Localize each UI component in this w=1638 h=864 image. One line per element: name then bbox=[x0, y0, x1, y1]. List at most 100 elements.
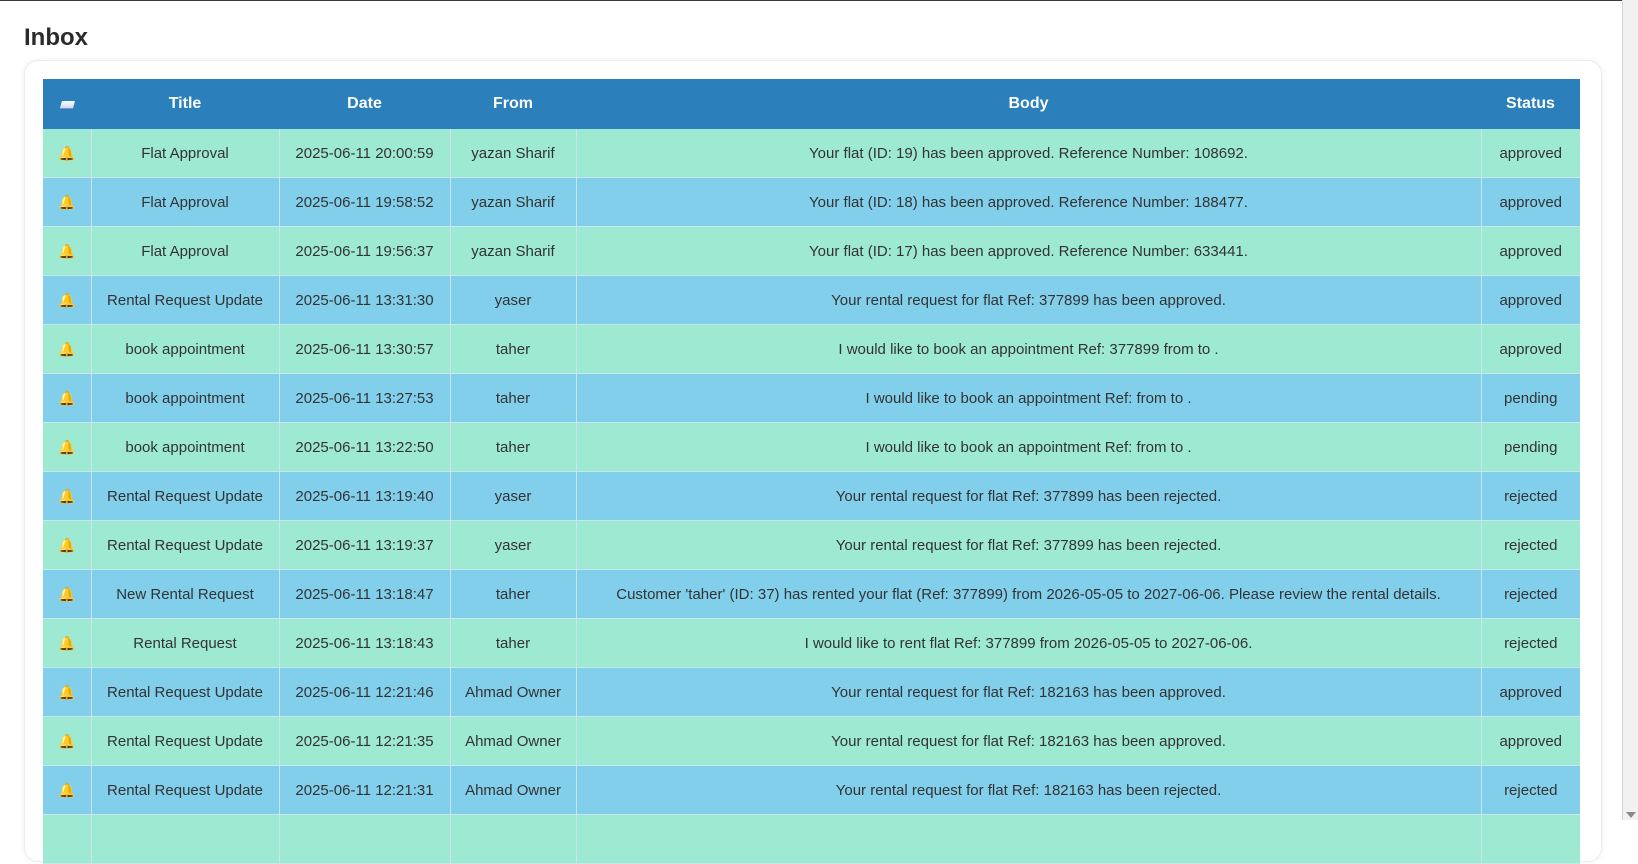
from-cell: taher bbox=[450, 422, 577, 472]
body-cell: Your rental request for flat Ref: 182163… bbox=[576, 765, 1482, 815]
status-column-header[interactable]: Status bbox=[1481, 79, 1580, 129]
table-row[interactable]: 🔔 book appointment 2025-06-11 13:30:57 tahe… bbox=[43, 324, 1580, 374]
body-cell: Your flat (ID: 17) has been approved. Re… bbox=[576, 226, 1482, 276]
title-cell: Rental Request bbox=[91, 618, 280, 668]
date-cell: 2025-06-11 13:31:30 bbox=[279, 275, 451, 325]
date-cell: 2025-06-11 13:18:43 bbox=[279, 618, 451, 668]
bell-icon: 🔔 bbox=[58, 242, 76, 259]
inbox-table: Title Date From Body Status 🔔 Flat Approv… bbox=[43, 79, 1580, 864]
status-cell: rejected bbox=[1481, 520, 1580, 570]
status-cell: approved bbox=[1481, 177, 1580, 227]
status-cell: rejected bbox=[1481, 618, 1580, 668]
body-cell: I would like to rent flat Ref: 377899 fr… bbox=[576, 618, 1482, 668]
date-cell: 2025-06-11 13:27:53 bbox=[279, 373, 451, 423]
select-all-icon[interactable] bbox=[59, 101, 75, 108]
title-cell: book appointment bbox=[91, 373, 280, 423]
table-header-row: Title Date From Body Status bbox=[43, 79, 1580, 129]
table-row[interactable]: 🔔 Flat Approval 2025-06-11 20:00:59 yazan S… bbox=[43, 129, 1580, 178]
date-cell: 2025-06-11 13:30:57 bbox=[279, 324, 451, 374]
bell-icon: 🔔 bbox=[58, 438, 76, 455]
status-cell: approved bbox=[1481, 716, 1580, 766]
body-cell: Your rental request for flat Ref: 377899… bbox=[576, 275, 1482, 325]
table-row[interactable]: 🔔 Rental Request Update 2025-06-11 13:19:3… bbox=[43, 520, 1580, 570]
row-icon-cell: 🔔 bbox=[43, 716, 92, 766]
bell-icon: 🔔 bbox=[58, 683, 76, 700]
title-cell: Flat Approval bbox=[91, 177, 280, 227]
row-icon-cell: 🔔 bbox=[43, 765, 92, 815]
from-cell: Ahmad Owner bbox=[450, 765, 577, 815]
date-cell: 2025-06-11 19:58:52 bbox=[279, 177, 451, 227]
row-icon-cell: 🔔 bbox=[43, 373, 92, 423]
row-icon-cell: 🔔 bbox=[43, 569, 92, 619]
from-cell: yazan Sharif bbox=[450, 177, 577, 227]
table-row[interactable]: 🔔 Rental Request Update 2025-06-11 12:21:4… bbox=[43, 667, 1580, 717]
status-cell: approved bbox=[1481, 667, 1580, 717]
row-icon-cell: 🔔 bbox=[43, 422, 92, 472]
from-cell: yaser bbox=[450, 471, 577, 521]
from-cell: taher bbox=[450, 569, 577, 619]
from-cell: yazan Sharif bbox=[450, 226, 577, 276]
vertical-scrollbar[interactable] bbox=[1622, 0, 1638, 820]
bell-icon: 🔔 bbox=[58, 585, 76, 602]
bell-icon: 🔔 bbox=[58, 732, 76, 749]
body-cell: I would like to book an appointment Ref:… bbox=[576, 373, 1482, 423]
date-cell: 2025-06-11 13:22:50 bbox=[279, 422, 451, 472]
date-cell: 2025-06-11 19:56:37 bbox=[279, 226, 451, 276]
scroll-down-arrow-icon[interactable] bbox=[1626, 812, 1636, 818]
date-cell: 2025-06-11 12:21:35 bbox=[279, 716, 451, 766]
row-icon-cell: 🔔 bbox=[43, 129, 92, 178]
table-row[interactable]: 🔔 Flat Approval 2025-06-11 19:56:37 yazan S… bbox=[43, 226, 1580, 276]
from-cell: taher bbox=[450, 373, 577, 423]
title-cell: Rental Request Update bbox=[91, 716, 280, 766]
status-cell: rejected bbox=[1481, 765, 1580, 815]
status-cell: approved bbox=[1481, 324, 1580, 374]
row-icon-cell: 🔔 bbox=[43, 226, 92, 276]
bell-icon: 🔔 bbox=[58, 291, 76, 308]
table-row[interactable]: 🔔 Rental Request Update 2025-06-11 12:21:3… bbox=[43, 765, 1580, 815]
bell-icon: 🔔 bbox=[58, 634, 76, 651]
from-cell: taher bbox=[450, 618, 577, 668]
status-cell: rejected bbox=[1481, 471, 1580, 521]
title-cell: Rental Request Update bbox=[91, 471, 280, 521]
status-cell: approved bbox=[1481, 129, 1580, 178]
date-column-header[interactable]: Date bbox=[279, 79, 450, 129]
row-icon-cell: 🔔 bbox=[43, 471, 92, 521]
body-column-header[interactable]: Body bbox=[576, 79, 1481, 129]
bell-icon: 🔔 bbox=[58, 144, 76, 161]
title-cell: Rental Request Update bbox=[91, 275, 280, 325]
body-cell: Your rental request for flat Ref: 182163… bbox=[576, 716, 1482, 766]
row-icon-cell: 🔔 bbox=[43, 324, 92, 374]
title-cell: book appointment bbox=[91, 324, 280, 374]
status-cell bbox=[1481, 814, 1580, 864]
row-icon-cell: 🔔 bbox=[43, 618, 92, 668]
from-cell: Ahmad Owner bbox=[450, 667, 577, 717]
date-cell: 2025-06-11 20:00:59 bbox=[279, 129, 451, 178]
from-cell: Ahmad Owner bbox=[450, 716, 577, 766]
body-cell: Your rental request for flat Ref: 182163… bbox=[576, 667, 1482, 717]
title-cell: Flat Approval bbox=[91, 226, 280, 276]
title-column-header[interactable]: Title bbox=[91, 79, 279, 129]
table-row[interactable]: 🔔 Rental Request Update 2025-06-11 13:31:3… bbox=[43, 275, 1580, 325]
date-cell: 2025-06-11 13:19:37 bbox=[279, 520, 451, 570]
bell-icon: 🔔 bbox=[58, 340, 76, 357]
status-cell: approved bbox=[1481, 275, 1580, 325]
table-row[interactable]: 🔔 Rental Request Update 2025-06-11 12:21:3… bbox=[43, 716, 1580, 766]
table-row[interactable]: 🔔 New Rental Request 2025-06-11 13:18:47 ta… bbox=[43, 569, 1580, 619]
title-cell: Rental Request Update bbox=[91, 667, 280, 717]
title-cell: Rental Request Update bbox=[91, 520, 280, 570]
table-row[interactable] bbox=[43, 814, 1580, 864]
title-cell bbox=[91, 814, 280, 864]
table-row[interactable]: 🔔 Rental Request 2025-06-11 13:18:43 taher I… bbox=[43, 618, 1580, 668]
title-cell: book appointment bbox=[91, 422, 280, 472]
from-column-header[interactable]: From bbox=[450, 79, 576, 129]
from-cell: yaser bbox=[450, 275, 577, 325]
table-row[interactable]: 🔔 Rental Request Update 2025-06-11 13:19:4… bbox=[43, 471, 1580, 521]
select-column-header[interactable] bbox=[43, 79, 91, 129]
table-row[interactable]: 🔔 Flat Approval 2025-06-11 19:58:52 yazan S… bbox=[43, 177, 1580, 227]
table-row[interactable]: 🔔 book appointment 2025-06-11 13:22:50 tahe… bbox=[43, 422, 1580, 472]
from-cell: taher bbox=[450, 324, 577, 374]
page-title: Inbox bbox=[24, 24, 88, 51]
body-cell: I would like to book an appointment Ref:… bbox=[576, 422, 1482, 472]
table-row[interactable]: 🔔 book appointment 2025-06-11 13:27:53 tahe… bbox=[43, 373, 1580, 423]
date-cell: 2025-06-11 12:21:46 bbox=[279, 667, 451, 717]
